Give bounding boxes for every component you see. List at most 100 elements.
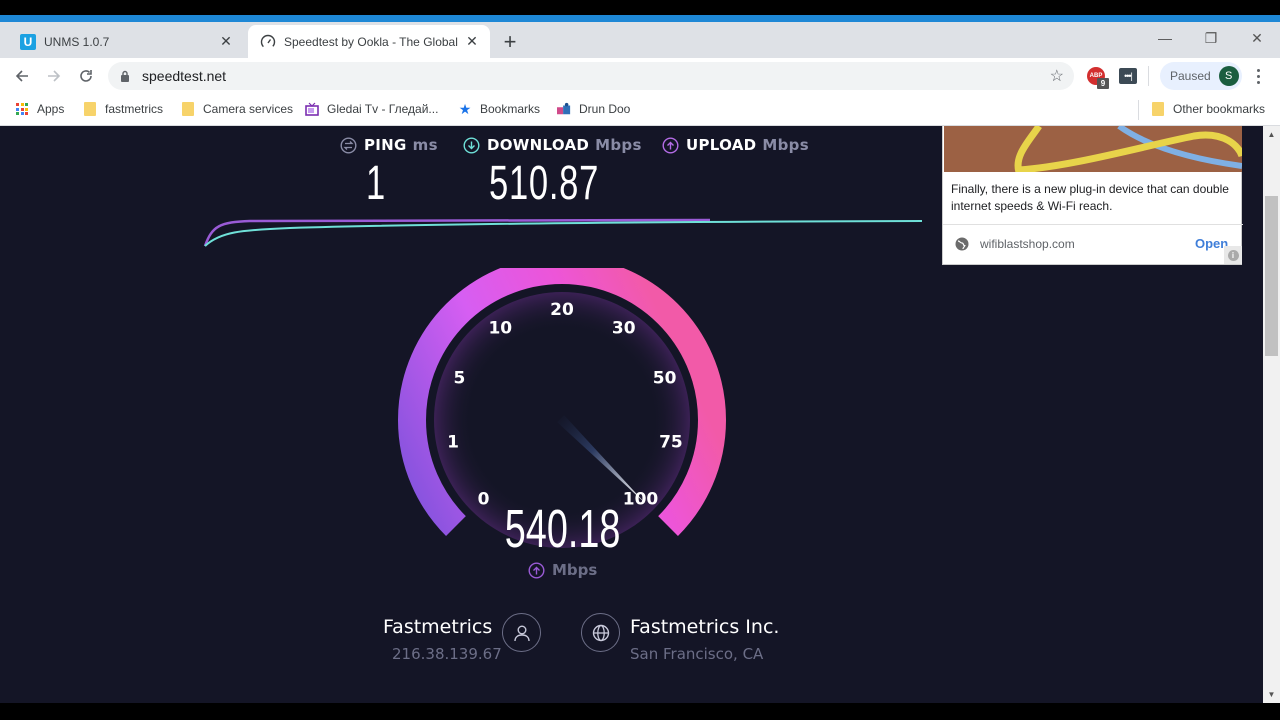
adblock-count-badge: 9 (1097, 78, 1109, 89)
download-label: DOWNLOAD (487, 136, 590, 154)
close-tab-icon[interactable]: ✕ (464, 33, 480, 50)
gauge-tick-label: 1 (447, 433, 459, 453)
server-name[interactable]: Fastmetrics Inc. (630, 616, 779, 638)
ping-icon (340, 136, 357, 154)
upload-icon (528, 561, 545, 579)
toolbar-divider (1148, 66, 1149, 86)
bookmark-apps[interactable]: Apps (15, 100, 64, 118)
gauge-tick-label: 50 (653, 369, 677, 389)
profile-button[interactable]: Paused S (1160, 62, 1242, 90)
gauge-tick-label: 75 (659, 433, 683, 453)
bookmarks-bar: Apps fastmetrics Camera services Gledai … (0, 93, 1280, 126)
browser-toolbar: speedtest.net ☆ ABP 9 •••| Paused S (0, 58, 1280, 93)
browser-menu-icon[interactable] (1250, 64, 1266, 88)
tab-title: Speedtest by Ookla - The Global (284, 34, 458, 49)
avatar: S (1218, 66, 1239, 86)
upload-header: UPLOAD Mbps (662, 136, 809, 154)
server-location: San Francisco, CA (630, 645, 764, 663)
ping-header: PING ms (340, 136, 438, 154)
lock-icon (120, 70, 130, 82)
password-extension-icon[interactable]: •••| (1119, 68, 1137, 84)
ad-info-button[interactable]: i (1224, 246, 1242, 264)
scroll-thumb[interactable] (1265, 196, 1278, 356)
upload-unit: Mbps (762, 136, 809, 154)
gauge-current-speed: 540.18 (420, 498, 705, 560)
gauge-speed-number: 540.18 (504, 499, 621, 559)
ping-value: 1 (366, 157, 386, 210)
speedometer-icon (260, 34, 276, 50)
restore-button[interactable]: ❐ (1188, 22, 1234, 54)
upload-label: UPLOAD (686, 136, 757, 154)
tab-title: UNMS 1.0.7 (44, 34, 110, 49)
arrow-left-icon (15, 70, 28, 82)
arrow-right-icon (48, 70, 61, 82)
ping-unit: ms (412, 136, 438, 154)
bookmarks-divider (1138, 100, 1139, 120)
ad-divider (943, 224, 1243, 225)
url-text: speedtest.net (142, 68, 227, 84)
isp-ip-address: 216.38.139.67 (392, 645, 502, 663)
bookmark-camera-services[interactable]: Camera services (181, 100, 293, 118)
close-tab-icon[interactable]: ✕ (218, 33, 234, 50)
window-bottom-border (0, 703, 1280, 720)
window-controls: — ❐ ✕ (1142, 22, 1280, 54)
advertisement[interactable]: Finally, there is a new plug-in device t… (942, 126, 1243, 265)
bookmark-label: Bookmarks (480, 102, 541, 116)
bookmark-fastmetrics[interactable]: fastmetrics (83, 100, 163, 118)
bookmark-label: Gledai Tv - Гледай... (327, 102, 439, 116)
tab-speedtest[interactable]: Speedtest by Ookla - The Global ✕ (248, 25, 490, 58)
ad-image[interactable] (944, 126, 1242, 172)
bookmark-star-icon[interactable]: ☆ (1050, 66, 1064, 86)
download-unit: Mbps (595, 136, 642, 154)
scroll-up-arrow-icon[interactable]: ▲ (1263, 126, 1280, 143)
screen: U UNMS 1.0.7 ✕ Speedtest by Ookla - The … (0, 0, 1280, 720)
download-icon (463, 136, 480, 154)
sync-status: Paused (1170, 69, 1211, 83)
speed-graph (203, 218, 923, 247)
bookmark-gledai-tv[interactable]: Gledai Tv - Гледай... (305, 100, 438, 118)
gauge-tick-label: 5 (453, 369, 465, 389)
window-top-border (0, 0, 1280, 15)
new-tab-button[interactable]: + (498, 29, 522, 54)
tab-unms[interactable]: U UNMS 1.0.7 ✕ (8, 25, 244, 58)
folder-icon (83, 102, 97, 116)
isp-name: Fastmetrics (383, 616, 493, 638)
bookmark-drun-doo[interactable]: Drun Doo (557, 100, 630, 118)
bookmark-other[interactable]: Other bookmarks (1151, 100, 1265, 118)
minimize-button[interactable]: — (1142, 22, 1188, 54)
gauge-tick-label: 20 (550, 300, 574, 320)
bookmark-label: Apps (37, 102, 65, 116)
close-window-button[interactable]: ✕ (1234, 22, 1280, 54)
scroll-down-arrow-icon[interactable]: ▼ (1263, 686, 1280, 703)
star-icon: ★ (458, 100, 472, 117)
forward-button[interactable] (41, 63, 67, 89)
gauge-unit: Mbps (528, 561, 597, 579)
folder-icon (1151, 102, 1165, 116)
gauge-unit-label: Mbps (552, 561, 598, 579)
upload-icon (662, 136, 679, 154)
tv-icon (305, 102, 319, 116)
ping-label: PING (364, 136, 407, 154)
bookmark-label: Other bookmarks (1173, 102, 1266, 116)
globe-icon (592, 624, 609, 641)
ad-headline[interactable]: Finally, there is a new plug-in device t… (951, 181, 1236, 215)
reload-icon (80, 70, 92, 82)
bookmark-bookmarks[interactable]: ★ Bookmarks (458, 100, 540, 118)
page-scrollbar[interactable]: ▲ ▼ (1263, 126, 1280, 703)
tab-strip: U UNMS 1.0.7 ✕ Speedtest by Ookla - The … (0, 22, 1280, 58)
change-server-button[interactable] (581, 613, 620, 652)
address-bar[interactable]: speedtest.net ☆ (108, 62, 1074, 90)
globe-icon (955, 237, 969, 251)
apps-grid-icon (15, 102, 29, 116)
site-icon (557, 102, 571, 116)
bookmark-label: fastmetrics (105, 102, 164, 116)
bookmark-label: Drun Doo (579, 102, 631, 116)
download-graph-line (204, 220, 923, 247)
back-button[interactable] (9, 63, 35, 89)
folder-icon (181, 102, 195, 116)
unms-logo-icon: U (20, 33, 36, 50)
ad-domain[interactable]: wifiblastshop.com (980, 237, 1075, 251)
download-value: 510.87 (489, 157, 600, 210)
speedtest-page: PING ms 1 DOWNLOAD Mbps 510.87 UPLOAD Mb… (0, 126, 1263, 703)
reload-button[interactable] (73, 63, 99, 89)
